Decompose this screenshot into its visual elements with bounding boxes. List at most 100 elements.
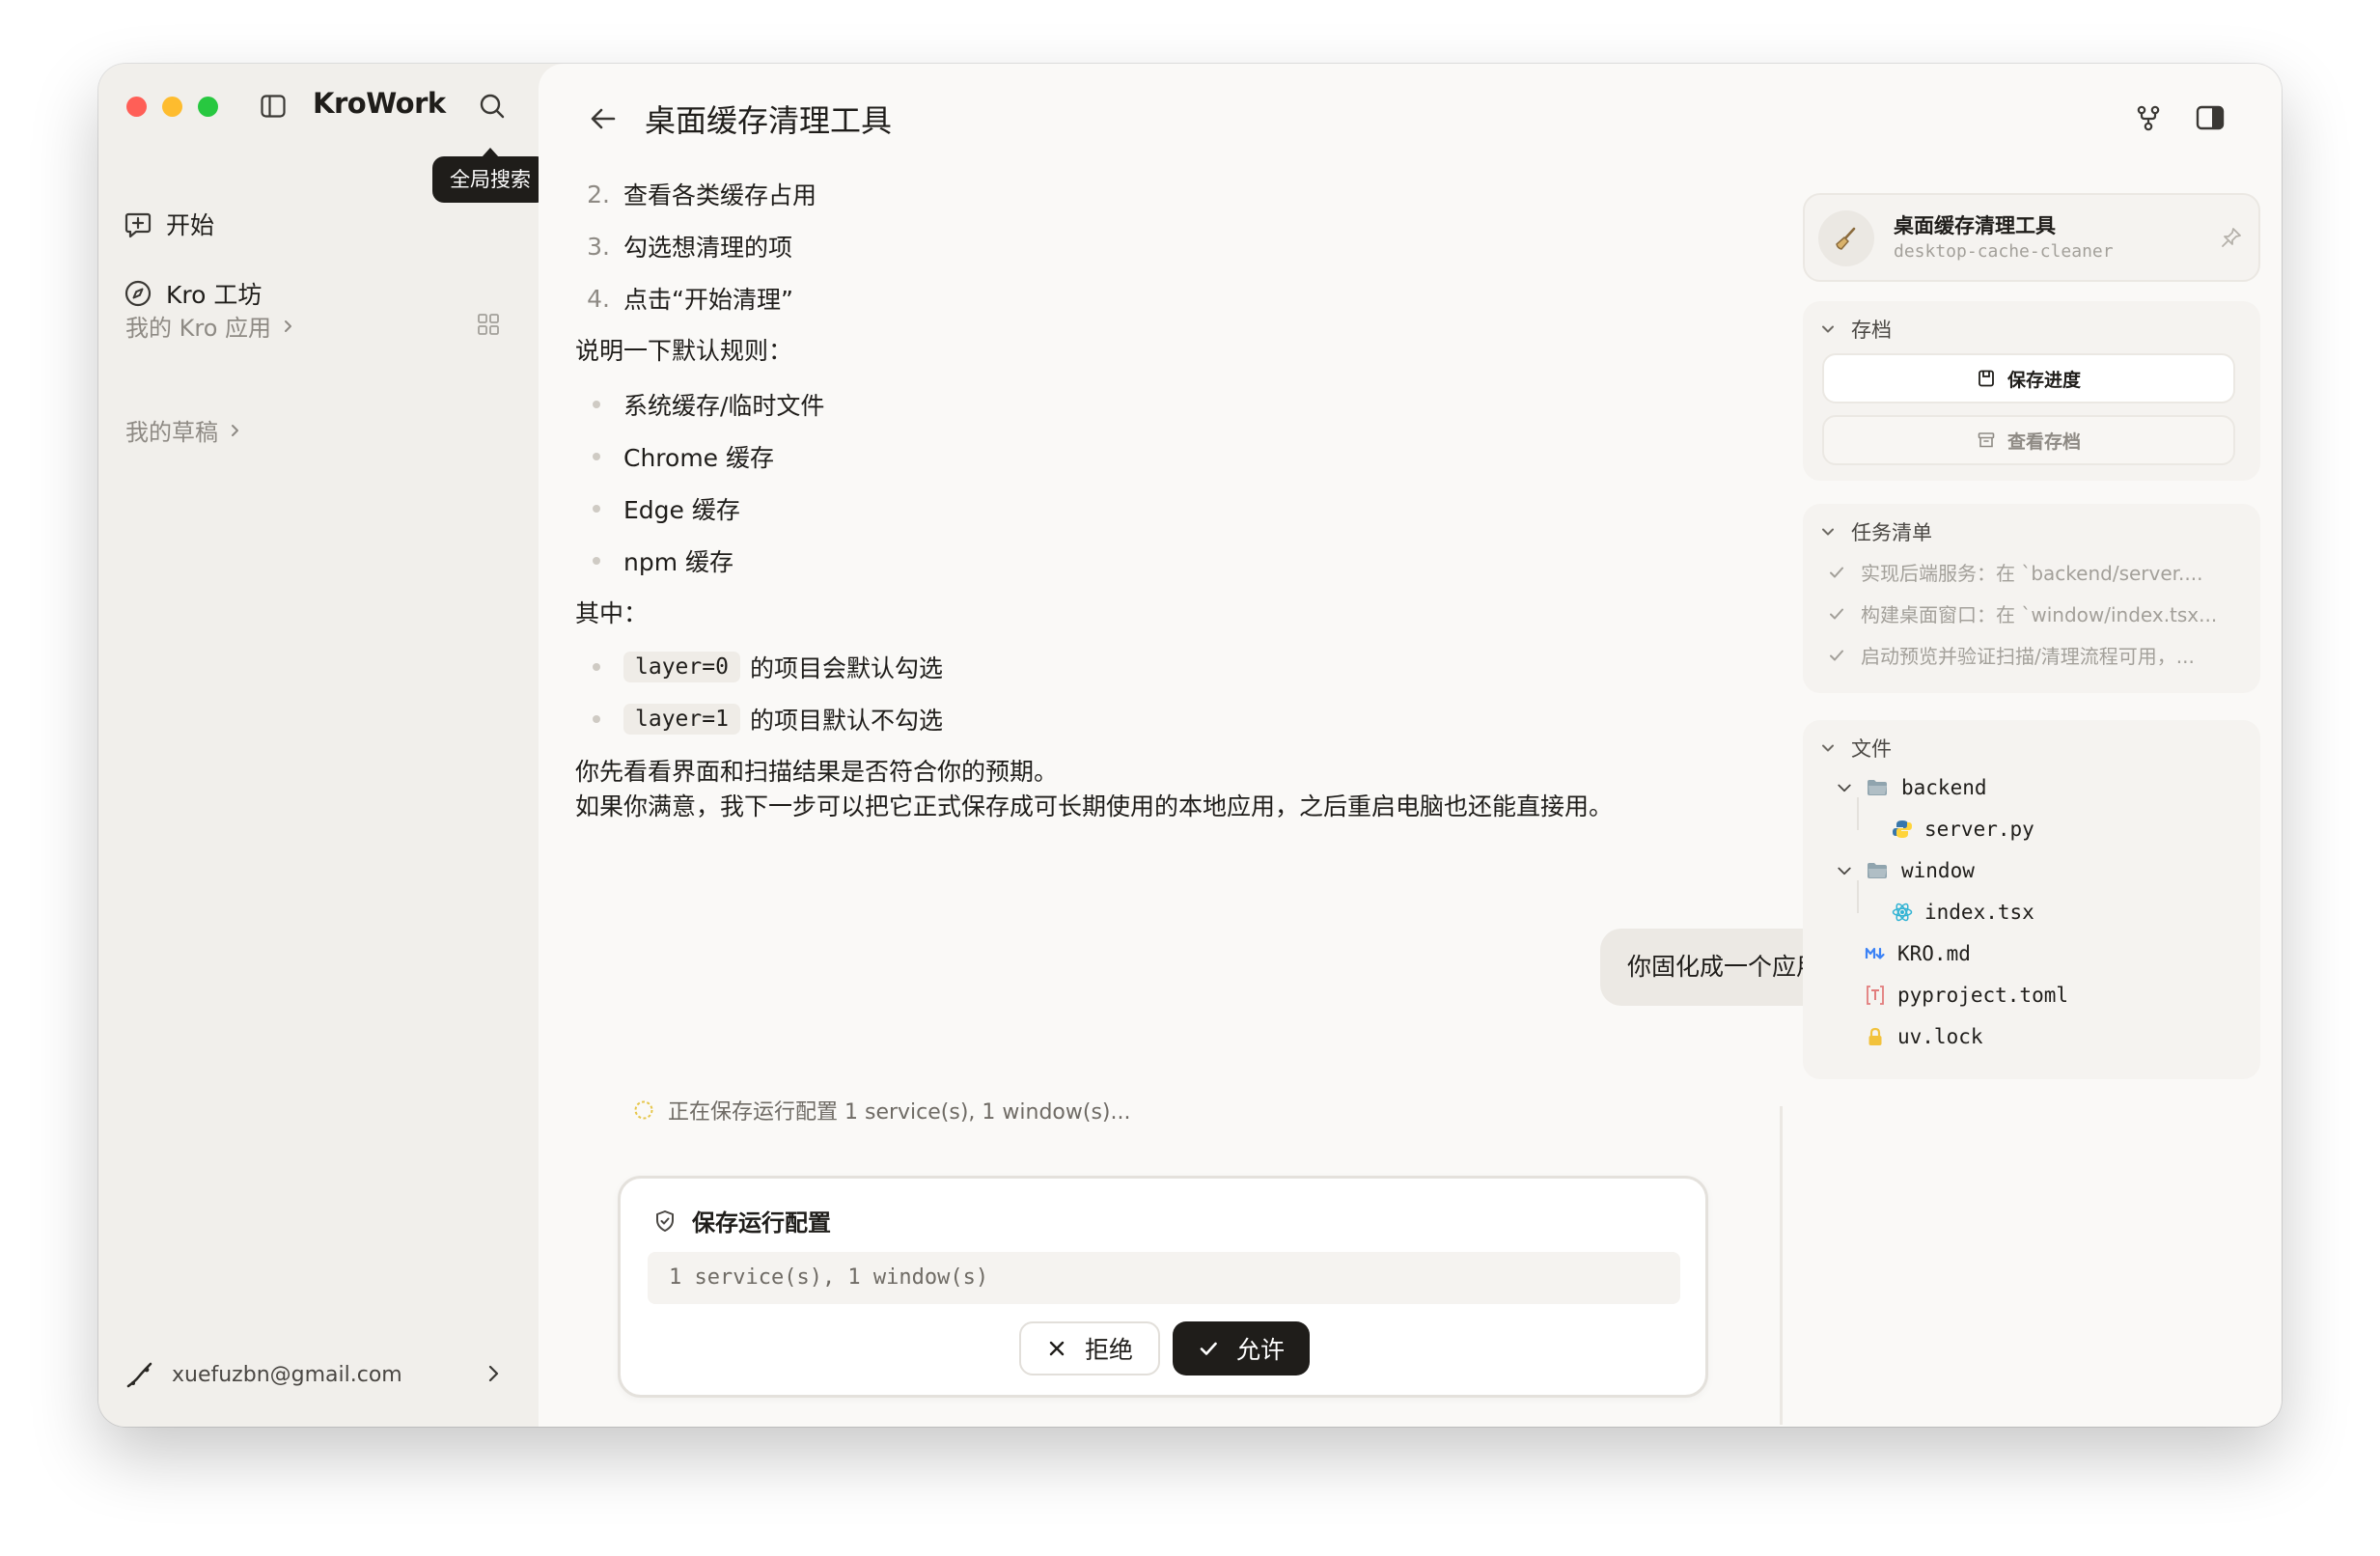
list-item: 4. 点击“开始清理”: [575, 272, 1772, 324]
sidebar-item-label: 开始: [166, 211, 215, 239]
list-text: 的项目默认不勾选: [749, 707, 943, 735]
grid-view-icon[interactable]: [477, 313, 500, 336]
files-header[interactable]: 文件: [1820, 734, 1892, 763]
allow-button[interactable]: 允许: [1173, 1321, 1310, 1375]
list-item: 2. 查看各类缓存占用: [575, 168, 1772, 220]
tree-item-label: server.py: [1924, 818, 2034, 841]
task-text: 实现后端服务：在 `backend/server....: [1861, 562, 2203, 585]
tree-item-label: pyproject.toml: [1897, 984, 2069, 1007]
account-row[interactable]: xuefuzbn@gmail.com: [125, 1355, 521, 1394]
my-apps-section[interactable]: 我的 Kro 应用: [125, 309, 296, 343]
reject-label: 拒绝: [1084, 1336, 1133, 1364]
list-text: 系统缓存/临时文件: [623, 392, 825, 420]
archive-box-icon: [1978, 432, 1995, 448]
bullet-dot: [593, 453, 600, 460]
chevron-down-icon: [1822, 528, 1834, 536]
list-item: Edge 缓存: [575, 483, 1772, 535]
allow-label: 允许: [1235, 1336, 1285, 1364]
view-archive-label: 查看存档: [2006, 431, 2081, 453]
tree-item-label: KRO.md: [1897, 942, 1971, 965]
lock-icon: [1868, 1027, 1882, 1045]
list-item: layer=0 的项目会默认勾选: [575, 641, 1772, 693]
task-text: 启动预览并验证扫描/清理流程可用，...: [1861, 645, 2195, 668]
compass-icon: [125, 280, 152, 307]
list-number: 2.: [587, 180, 610, 208]
panel-toggle-icon[interactable]: [2195, 102, 2226, 133]
shield-check-icon: [656, 1209, 674, 1232]
close-window-button[interactable]: [126, 97, 147, 117]
list-text: Chrome 缓存: [623, 444, 775, 472]
tree-file-uv-lock[interactable]: uv.lock: [1865, 1025, 1983, 1048]
files-title: 文件: [1851, 737, 1892, 761]
archive-header[interactable]: 存档: [1820, 315, 1892, 344]
drafts-section[interactable]: 我的草稿: [125, 413, 243, 447]
tree-item-label: uv.lock: [1897, 1025, 1983, 1048]
list-item: Chrome 缓存: [575, 431, 1772, 483]
tree-folder-window[interactable]: window: [1836, 859, 1975, 882]
folder-open-icon: [1868, 780, 1887, 795]
markdown-file-icon: [1865, 947, 1885, 959]
drafts-label: 我的草稿: [125, 419, 218, 446]
project-name: 桌面缓存清理工具: [1894, 214, 2056, 237]
chevron-down-icon: [1822, 325, 1834, 333]
sidebar-toggle-icon[interactable]: [261, 95, 286, 118]
task-item: 构建桌面窗口：在 `window/index.tsx...: [1828, 599, 2243, 627]
reject-button[interactable]: 拒绝: [1019, 1321, 1160, 1375]
chat-transcript: 2. 查看各类缓存占用 3. 勾选想清理的项 4. 点击“开始清理” 说明一下默…: [575, 168, 1772, 824]
save-progress-button[interactable]: 保存进度: [1822, 353, 2235, 403]
list-number: 4.: [587, 284, 610, 313]
bullet-dot: [593, 557, 600, 565]
tree-guide-line: [1857, 797, 1859, 830]
tree-file-server-py[interactable]: server.py: [1892, 818, 2034, 841]
python-file-icon: [1893, 820, 1912, 838]
task-list-header[interactable]: 任务清单: [1820, 517, 1932, 546]
fork-icon[interactable]: [2133, 102, 2164, 133]
app-title: KroWork: [313, 87, 446, 120]
broom-icon: [1818, 210, 1874, 266]
tree-item-label: window: [1901, 859, 1975, 882]
list-item: layer=1 的项目默认不勾选: [575, 693, 1772, 745]
tree-file-index-tsx[interactable]: index.tsx: [1892, 901, 2034, 924]
zoom-window-button[interactable]: [198, 97, 218, 117]
archive-section: 存档 保存进度 查看存档: [1803, 301, 2260, 481]
bullet-dot: [593, 505, 600, 513]
avatar: [126, 1362, 152, 1388]
bullet-dot: [593, 663, 600, 671]
status-text: 正在保存运行配置 1 service(s), 1 window(s)...: [668, 1100, 1131, 1125]
app-window: KroWork 全局搜索 开始 Kro 工坊 我的 Kro 应用 我的草稿 xu…: [98, 64, 2282, 1427]
tree-guide-line: [1857, 880, 1859, 913]
layers-intro: 其中：: [575, 599, 649, 627]
spinner-icon: [634, 1100, 653, 1120]
toml-file-icon: [1867, 986, 1884, 1005]
list-text: npm 缓存: [623, 548, 734, 576]
files-section: 文件 backend server.py window index.tsx KR…: [1803, 720, 2260, 1079]
scrollbar-track[interactable]: [1780, 1106, 1783, 1425]
permission-detail: 1 service(s), 1 window(s): [648, 1252, 1680, 1304]
project-card[interactable]: 桌面缓存清理工具 desktop-cache-cleaner: [1803, 193, 2260, 282]
status-line: 正在保存运行配置 1 service(s), 1 window(s)...: [633, 1095, 1130, 1125]
closing-line: 如果你满意，我下一步可以把它正式保存成可长期使用的本地应用，之后重启电脑也还能直…: [575, 792, 1614, 820]
list-item: 3. 勾选想清理的项: [575, 220, 1772, 272]
new-chat-icon: [125, 212, 152, 238]
permission-title: 保存运行配置: [692, 1209, 831, 1236]
tree-file-kro-md[interactable]: KRO.md: [1865, 942, 1971, 965]
tree-folder-backend[interactable]: backend: [1836, 776, 1987, 799]
sidebar-item-start[interactable]: 开始: [124, 203, 214, 245]
my-apps-label: 我的 Kro 应用: [125, 315, 272, 342]
minimize-window-button[interactable]: [162, 97, 182, 117]
bullet-dot: [593, 715, 600, 723]
list-text: 勾选想清理的项: [623, 234, 793, 262]
closing-paragraph: 你先看看界面和扫描结果是否符合你的预期。 如果你满意，我下一步可以把它正式保存成…: [575, 755, 1772, 824]
back-arrow-icon[interactable]: [587, 102, 620, 135]
list-text: 点击“开始清理”: [623, 286, 793, 314]
chevron-down-icon: [1838, 784, 1851, 792]
search-icon[interactable]: [477, 91, 508, 122]
permission-card: 保存运行配置 1 service(s), 1 window(s) 拒绝 允许: [618, 1176, 1708, 1398]
view-archive-button[interactable]: 查看存档: [1822, 415, 2235, 465]
tree-file-pyproject-toml[interactable]: pyproject.toml: [1865, 984, 2068, 1007]
check-icon: [1830, 650, 1843, 660]
check-icon: [1200, 1342, 1217, 1355]
sidebar-item-label: Kro 工坊: [166, 281, 263, 309]
inline-code: layer=0: [623, 652, 740, 682]
pin-icon[interactable]: [2220, 226, 2243, 249]
